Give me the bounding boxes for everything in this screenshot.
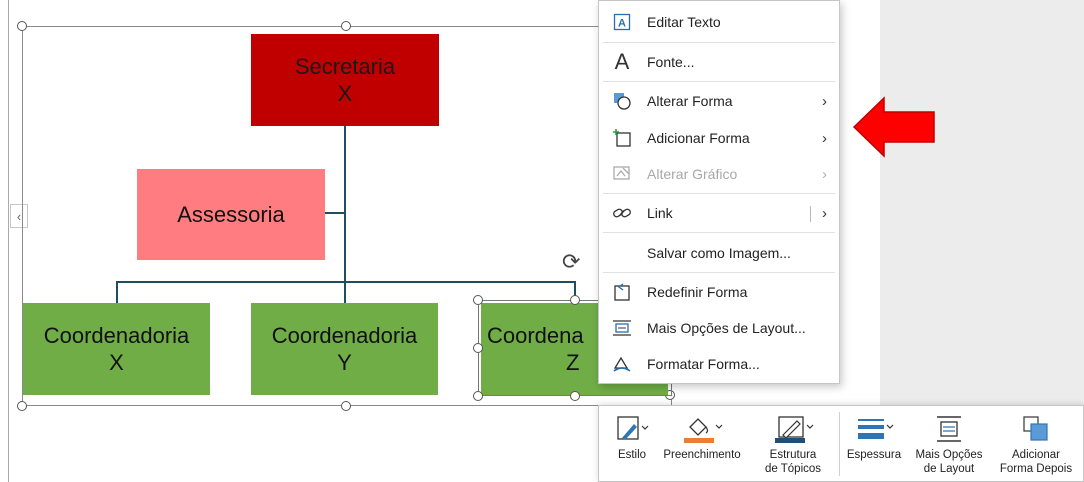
connector-horizontal xyxy=(116,281,576,283)
org-box-secretaria[interactable]: Secretaria X xyxy=(251,34,439,126)
connector-assistant xyxy=(325,212,345,214)
menu-item-label: Link xyxy=(647,205,673,221)
menu-item-redefinir-forma[interactable]: Redefinir Forma xyxy=(599,276,839,308)
menu-separator xyxy=(603,272,835,273)
org-box-line2: X xyxy=(337,81,353,106)
add-shape-after-icon xyxy=(1020,410,1052,448)
menu-item-label: Salvar como Imagem... xyxy=(647,245,791,261)
menu-item-salvar-como-imagem[interactable]: Salvar como Imagem... xyxy=(599,237,839,269)
outline-pen-icon xyxy=(771,410,815,448)
menu-item-fonte[interactable]: A Fonte... xyxy=(599,46,839,78)
org-box-coordenadoria-y[interactable]: Coordenadoria Y xyxy=(251,303,438,395)
resize-handle-top[interactable] xyxy=(341,21,351,31)
toolbar-label: Estrutura de Tópicos xyxy=(764,449,822,476)
style-brush-icon xyxy=(614,410,650,448)
rotate-handle-icon[interactable]: ⟳ xyxy=(562,251,580,273)
resize-handle-bottom-left[interactable] xyxy=(17,401,27,411)
toolbar-label: Preenchimento xyxy=(663,449,741,461)
menu-item-label: Fonte... xyxy=(647,54,695,70)
org-box-assessoria[interactable]: Assessoria xyxy=(137,169,325,260)
menu-item-mais-opcoes-layout[interactable]: Mais Opções de Layout... xyxy=(599,312,839,344)
menu-item-link[interactable]: Link › xyxy=(599,197,839,229)
toolbar-label: Estilo xyxy=(617,449,647,461)
workspace-background xyxy=(880,0,1084,405)
org-box-label: Assessoria xyxy=(177,201,285,227)
menu-item-label: Alterar Forma xyxy=(647,93,733,109)
menu-item-label: Alterar Gráfico xyxy=(647,166,738,182)
context-menu: A Editar Texto A Fonte... Alterar Forma … xyxy=(598,0,840,384)
font-icon: A xyxy=(614,49,630,74)
menu-item-editar-texto[interactable]: A Editar Texto xyxy=(599,6,839,38)
change-shape-icon xyxy=(611,90,633,112)
estrutura-de-topicos-button[interactable]: Estrutura de Tópicos xyxy=(751,410,835,477)
toolbar-label: Mais Opções de Layout xyxy=(915,449,983,476)
connector-coord-x xyxy=(116,281,118,303)
chevron-right-icon: › xyxy=(822,129,827,147)
org-box-line2: Y xyxy=(337,350,352,375)
menu-item-label: Adicionar Forma xyxy=(647,130,750,146)
menu-item-alterar-grafico: Alterar Gráfico › xyxy=(599,158,839,190)
toolbar-label: Espessura xyxy=(846,449,902,461)
mini-toolbar: Estilo Preenchimento Estrutura de Tópico… xyxy=(598,405,1084,482)
menu-separator xyxy=(603,81,835,82)
layout-options-icon xyxy=(611,317,633,339)
toolbar-separator xyxy=(839,412,840,476)
menu-item-label: Mais Opções de Layout... xyxy=(647,320,806,336)
format-shape-icon xyxy=(611,353,633,375)
shape-handle-top[interactable] xyxy=(570,295,580,305)
svg-text:A: A xyxy=(618,18,626,30)
split-divider xyxy=(810,206,811,222)
text-box-icon: A xyxy=(611,11,633,33)
org-box-line1: Secretaria xyxy=(294,53,396,79)
adicionar-forma-depois-button[interactable]: Adicionar Forma Depois xyxy=(993,410,1079,477)
fill-bucket-icon xyxy=(680,410,724,448)
menu-item-label: Editar Texto xyxy=(647,14,721,30)
menu-item-label: Redefinir Forma xyxy=(647,284,748,300)
shape-handle-top-left[interactable] xyxy=(473,295,483,305)
org-box-line1: Coordenadoria xyxy=(271,322,418,348)
org-box-line1: Coordenadoria xyxy=(43,322,190,348)
toolbar-label: Adicionar Forma Depois xyxy=(999,449,1073,476)
org-box-line2: X xyxy=(109,350,124,375)
red-arrow-pointer-icon xyxy=(852,96,935,158)
menu-item-adicionar-forma[interactable]: Adicionar Forma › xyxy=(599,122,839,154)
menu-item-formatar-forma[interactable]: Formatar Forma... xyxy=(599,348,839,380)
resize-handle-top-left[interactable] xyxy=(17,21,27,31)
slide-edge xyxy=(8,0,9,482)
connector-vertical-main xyxy=(344,125,346,303)
menu-item-alterar-forma[interactable]: Alterar Forma › xyxy=(599,85,839,117)
shape-handle-left[interactable] xyxy=(473,343,483,353)
chevron-right-icon: › xyxy=(822,165,827,183)
add-shape-icon xyxy=(611,127,633,149)
menu-item-label: Formatar Forma... xyxy=(647,356,760,372)
reset-shape-icon xyxy=(611,281,633,303)
link-icon xyxy=(611,202,633,224)
menu-separator xyxy=(603,42,835,43)
preenchimento-button[interactable]: Preenchimento xyxy=(657,410,747,462)
espessura-button[interactable]: Espessura xyxy=(845,410,903,462)
line-weight-icon xyxy=(854,410,894,448)
estilo-button[interactable]: Estilo xyxy=(609,410,655,462)
org-box-coordenadoria-x[interactable]: Coordenadoria X xyxy=(23,303,210,395)
chevron-right-icon: › xyxy=(822,92,827,110)
chevron-right-icon[interactable]: › xyxy=(822,205,827,222)
resize-handle-bottom[interactable] xyxy=(341,401,351,411)
change-graphic-icon xyxy=(611,163,633,185)
shape-handle-bottom[interactable] xyxy=(570,391,580,401)
chevron-left-icon: ‹ xyxy=(16,208,22,224)
mais-opcoes-de-layout-button[interactable]: Mais Opções de Layout xyxy=(909,410,989,477)
menu-separator xyxy=(603,232,835,233)
menu-separator xyxy=(603,193,835,194)
shape-handle-bottom-left[interactable] xyxy=(473,391,483,401)
layout-options-icon xyxy=(933,410,965,448)
